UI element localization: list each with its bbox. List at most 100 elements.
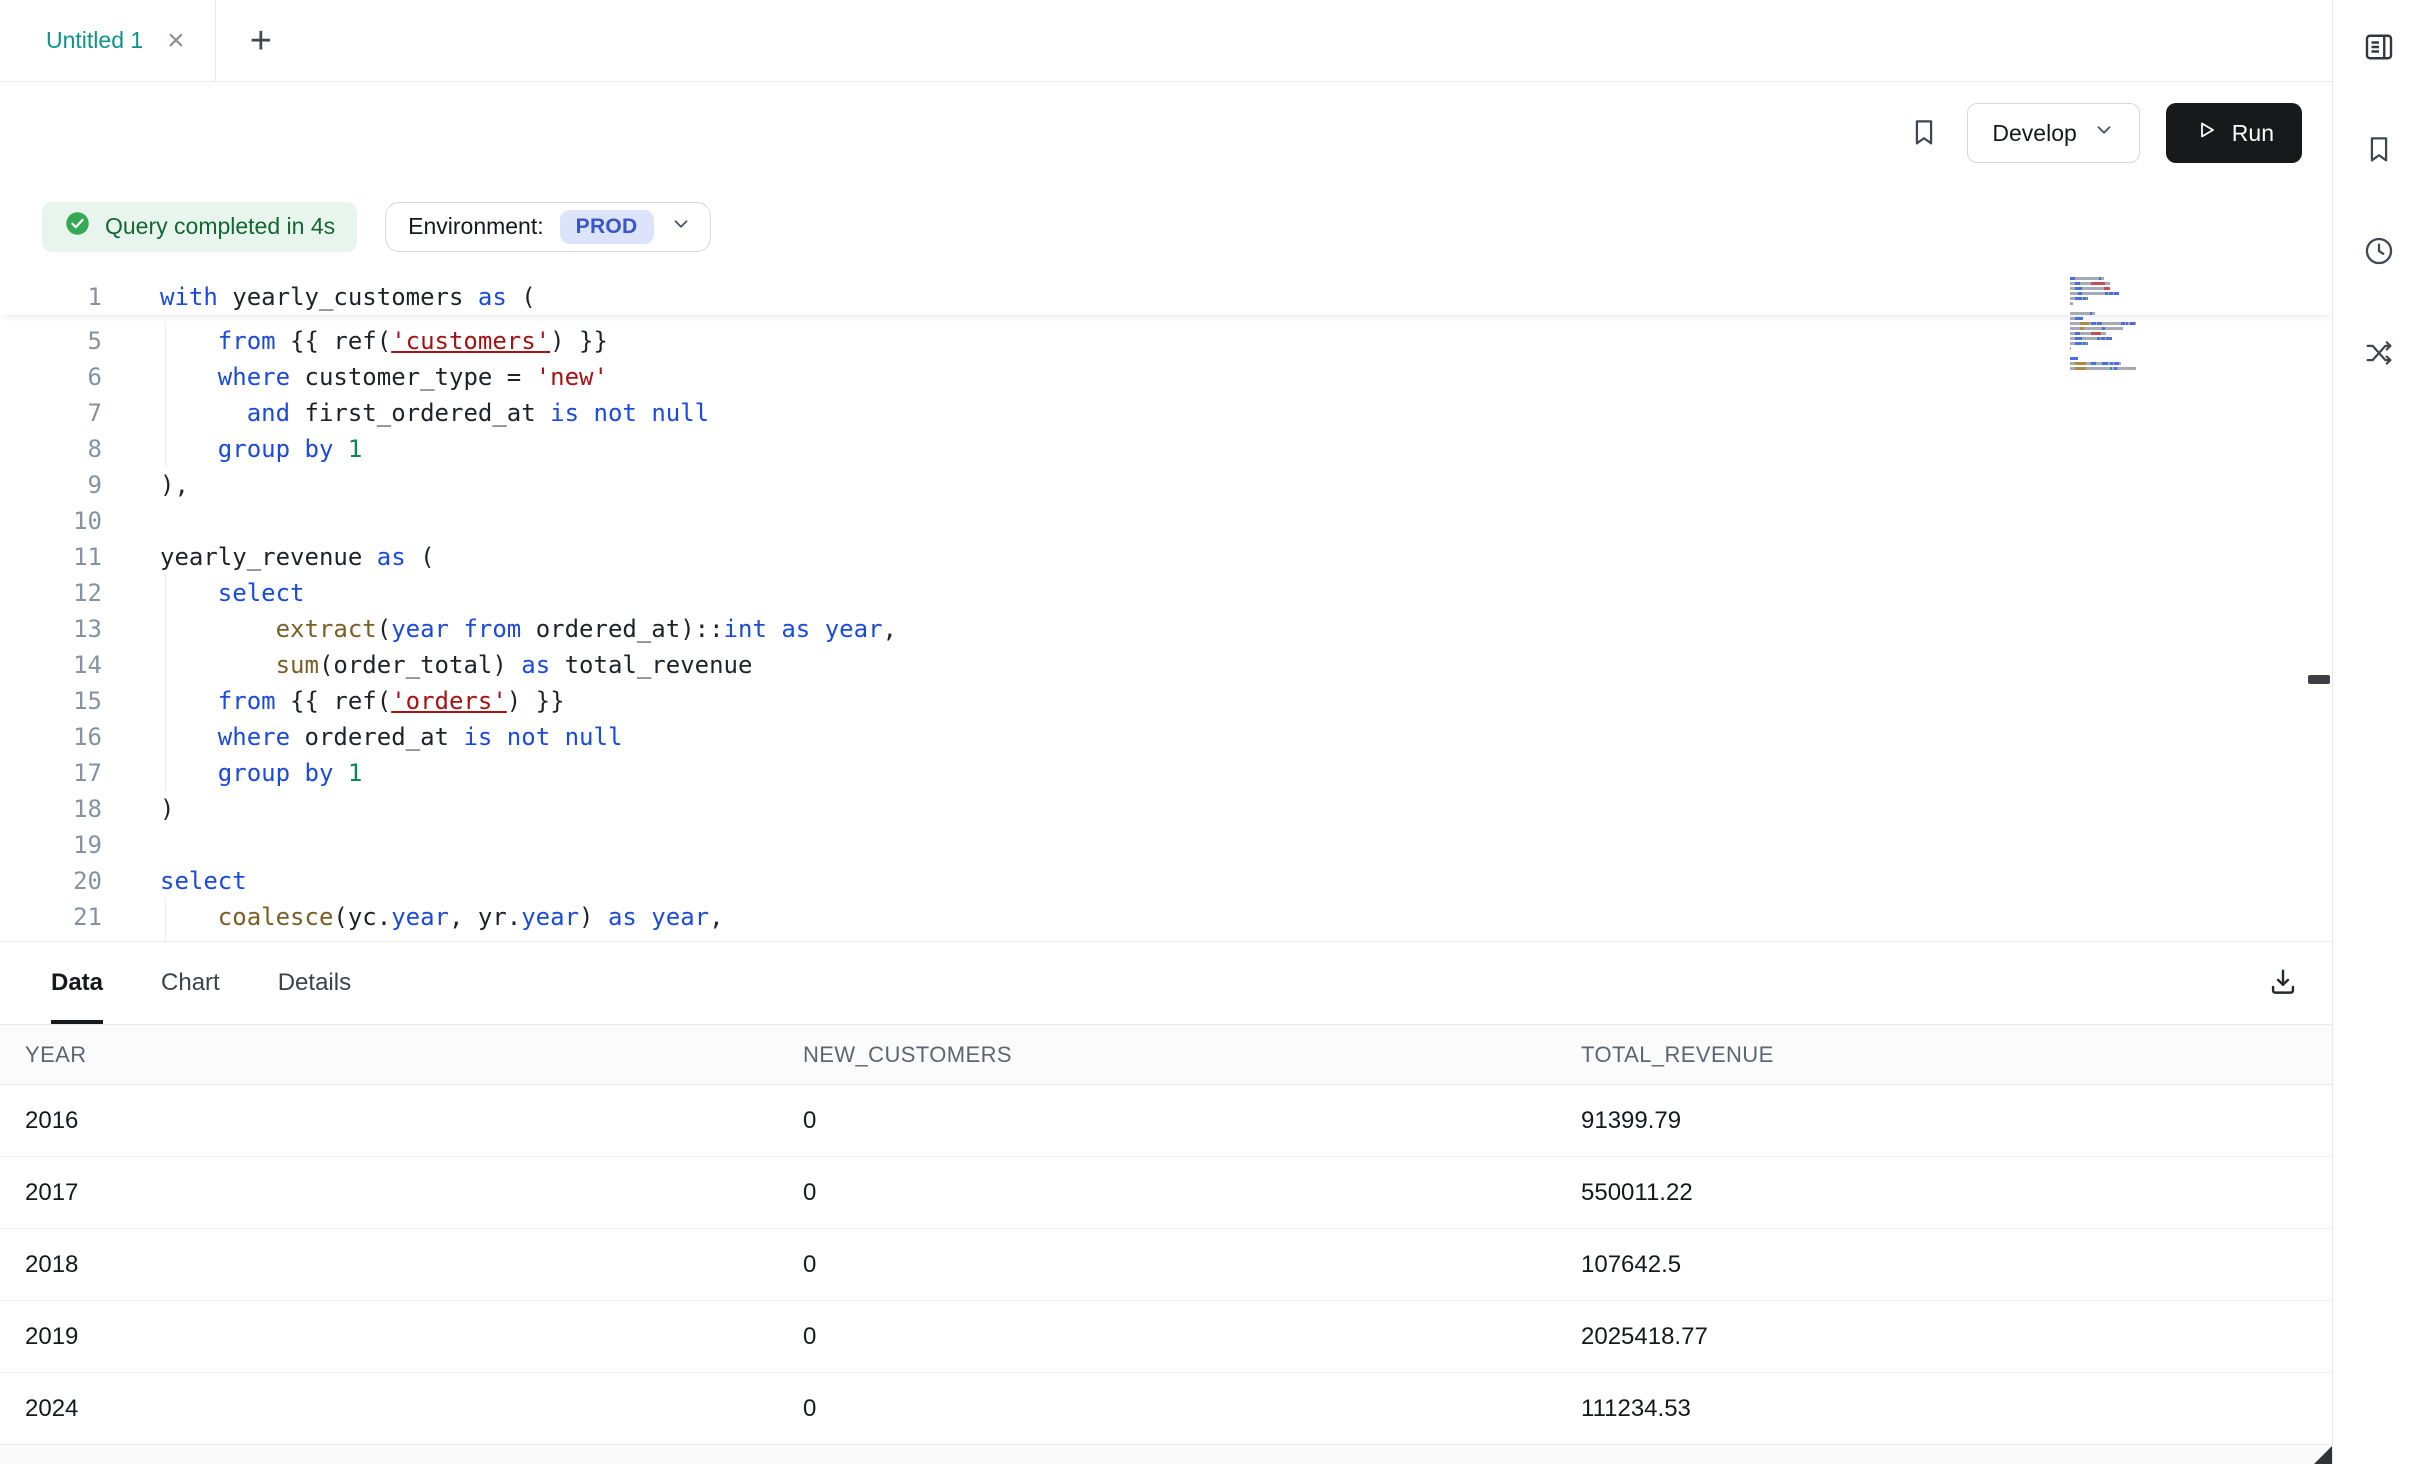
line-number: 20 [0, 863, 130, 899]
code-text: yearly_revenue as ( [130, 539, 435, 575]
code-line[interactable]: 12 select [0, 575, 2332, 611]
indent-guide [165, 395, 166, 431]
bookmark-button[interactable] [1907, 115, 1941, 152]
code-line[interactable]: 14 sum(order_total) as total_revenue [0, 647, 2332, 683]
bookmarks-panel-button[interactable] [2357, 128, 2401, 172]
line-number: 10 [0, 503, 130, 539]
right-rail [2332, 0, 2424, 1464]
code-line[interactable]: 19 [0, 827, 2332, 863]
code-line[interactable]: 16 where ordered_at is not null [0, 719, 2332, 755]
indent-guide [165, 899, 166, 935]
table-cell: 0 [803, 1157, 1581, 1229]
table-row: 20180107642.5 [0, 1229, 2332, 1301]
code-line[interactable]: 8 group by 1 [0, 431, 2332, 467]
line-number: 19 [0, 827, 130, 863]
lineage-panel-button[interactable] [2357, 332, 2401, 376]
run-label: Run [2232, 120, 2274, 147]
code-text: ) [130, 791, 174, 827]
table-cell: 2017 [0, 1157, 803, 1229]
line-number: 13 [0, 611, 130, 647]
table-cell: 2018 [0, 1229, 803, 1301]
table-cell: 2025418.77 [1581, 1301, 2332, 1373]
code-line[interactable]: 9), [0, 467, 2332, 503]
indent-guide [165, 611, 166, 647]
code-line[interactable]: 5 from {{ ref('customers') }} [0, 323, 2332, 359]
code-text: extract(year from ordered_at)::int as ye… [130, 611, 897, 647]
toolbar: Develop Run [0, 82, 2332, 184]
line-number: 17 [0, 755, 130, 791]
results-tab-bar: Data Chart Details [0, 942, 2332, 1024]
table-cell: 91399.79 [1581, 1085, 2332, 1157]
table-cell: 0 [803, 1301, 1581, 1373]
table-row: 20170550011.22 [0, 1157, 2332, 1229]
table-cell: 550011.22 [1581, 1157, 2332, 1229]
query-status-badge: Query completed in 4s [42, 202, 357, 252]
results-tab-data[interactable]: Data [51, 942, 103, 1024]
code-line[interactable]: 18) [0, 791, 2332, 827]
code-line[interactable]: 13 extract(year from ordered_at)::int as… [0, 611, 2332, 647]
code-line[interactable]: 15 from {{ ref('orders') }} [0, 683, 2332, 719]
outline-panel-button[interactable] [2357, 26, 2401, 70]
environment-selector[interactable]: Environment: PROD [385, 202, 710, 252]
status-bar: Query completed in 4s Environment: PROD [0, 184, 2332, 269]
bookmark-icon [2362, 132, 2396, 169]
code-line[interactable]: 21 coalesce(yc.year, yr.year) as year, [0, 899, 2332, 935]
results-table: YEARNEW_CUSTOMERSTOTAL_REVENUE 201609139… [0, 1024, 2332, 1445]
indent-guide [165, 683, 166, 719]
results-tabs: Data Chart Details [51, 942, 351, 1024]
overview-ruler-marker [2308, 675, 2330, 684]
sticky-code-line[interactable]: 1 with yearly_customers as ( [0, 279, 2332, 315]
new-tab-button[interactable]: + [250, 22, 272, 60]
develop-dropdown[interactable]: Develop [1967, 103, 2139, 163]
tab-untitled-1[interactable]: Untitled 1 × [0, 0, 216, 81]
run-button[interactable]: Run [2166, 103, 2302, 163]
query-status-text: Query completed in 4s [105, 213, 335, 240]
code-line[interactable]: 11yearly_revenue as ( [0, 539, 2332, 575]
history-clock-icon [2362, 234, 2396, 271]
lineage-shuffle-icon [2362, 336, 2396, 373]
table-cell: 2016 [0, 1085, 803, 1157]
download-button[interactable] [2266, 965, 2300, 1002]
bookmark-icon [1907, 115, 1941, 152]
indent-guide [165, 431, 166, 467]
code-text: from {{ ref('orders') }} [130, 683, 565, 719]
results-tab-details[interactable]: Details [278, 942, 351, 1024]
code-text: select [130, 863, 247, 899]
indent-guide [165, 359, 166, 395]
indent-guide [165, 719, 166, 755]
resize-grip[interactable] [2314, 1446, 2332, 1464]
code-editor[interactable]: 1 with yearly_customers as ( 5 from {{ r… [0, 269, 2332, 941]
code-line[interactable]: 7 and first_ordered_at is not null [0, 395, 2332, 431]
line-number: 18 [0, 791, 130, 827]
code-text [130, 503, 160, 539]
code-text: and first_ordered_at is not null [130, 395, 709, 431]
table-row: 2016091399.79 [0, 1085, 2332, 1157]
minimap[interactable] [2070, 277, 2188, 372]
results-tab-chart[interactable]: Chart [161, 942, 220, 1024]
horizontal-scrollbar[interactable] [0, 1444, 2332, 1464]
line-number: 12 [0, 575, 130, 611]
table-cell: 0 [803, 1373, 1581, 1445]
line-number: 7 [0, 395, 130, 431]
table-cell: 0 [803, 1229, 1581, 1301]
code-text: coalesce(yc.year, yr.year) as year, [130, 899, 724, 935]
close-tab-icon[interactable]: × [167, 26, 185, 56]
code-text [130, 827, 160, 863]
code-text: where ordered_at is not null [130, 719, 622, 755]
indent-guide [165, 755, 166, 791]
app-window: Untitled 1 × + Develop Ru [0, 0, 2424, 1464]
code-line[interactable]: 20select [0, 863, 2332, 899]
code-line[interactable]: 10 [0, 503, 2332, 539]
line-number: 9 [0, 467, 130, 503]
line-number: 11 [0, 539, 130, 575]
table-cell: 0 [803, 1085, 1581, 1157]
history-panel-button[interactable] [2357, 230, 2401, 274]
line-number: 21 [0, 899, 130, 935]
table-cell: 107642.5 [1581, 1229, 2332, 1301]
environment-label: Environment: [408, 213, 544, 240]
code-line[interactable]: 17 group by 1 [0, 755, 2332, 791]
line-number: 6 [0, 359, 130, 395]
code-text: sum(order_total) as total_revenue [130, 647, 752, 683]
line-number: 8 [0, 431, 130, 467]
code-line[interactable]: 6 where customer_type = 'new' [0, 359, 2332, 395]
